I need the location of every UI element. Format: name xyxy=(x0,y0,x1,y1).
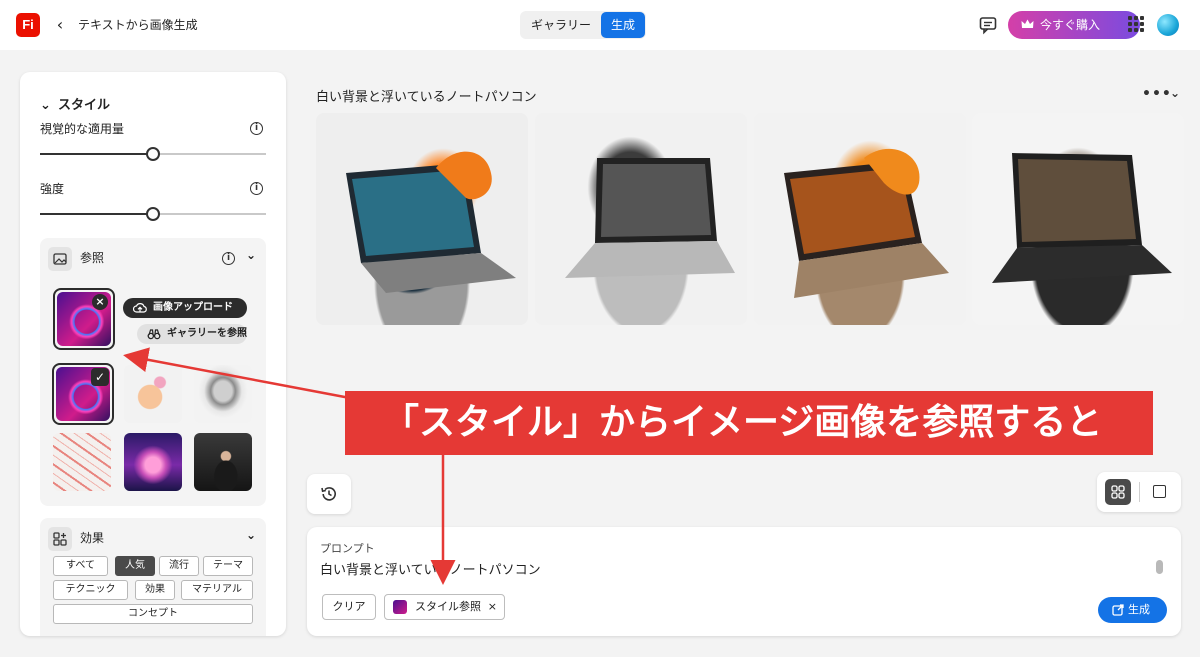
visual-intensity-slider[interactable] xyxy=(40,147,266,161)
history-icon xyxy=(321,487,336,501)
buy-now-label: 今すぐ購入 xyxy=(1040,18,1101,32)
slider-thumb[interactable] xyxy=(146,207,160,221)
clear-button[interactable]: クリア xyxy=(322,594,376,620)
style-thumbnail[interactable] xyxy=(194,433,252,491)
prompt-label: プロンプト xyxy=(320,542,375,555)
cloud-upload-icon xyxy=(133,303,147,313)
reference-card: 参照 i ⌄ × 画像アップロード ギャラリーを参照 ✓ xyxy=(40,238,266,506)
binoculars-icon xyxy=(147,329,161,340)
browse-gallery-button[interactable]: ギャラリーを参照 xyxy=(137,324,247,344)
style-thumbnail[interactable] xyxy=(194,365,252,423)
effects-card: 効果 ⌄ すべて 人気 流行 テーマ テクニック 効果 マテリアル コンセプト xyxy=(40,518,266,636)
avatar[interactable] xyxy=(1157,14,1179,36)
visual-intensity-label: 視覚的な適用量 xyxy=(40,122,125,136)
style-section-title: スタイル xyxy=(58,98,111,113)
chevron-down-icon: ⌄ xyxy=(40,98,51,113)
info-icon[interactable]: i xyxy=(222,252,235,265)
effects-icon xyxy=(48,526,72,551)
info-icon[interactable]: i xyxy=(250,122,263,135)
style-panel: ⌄ スタイル 視覚的な適用量 i 強度 i 参照 i ⌄ × 画像アップロード xyxy=(20,72,286,636)
image-reference-icon xyxy=(48,246,72,271)
checkmark-icon: ✓ xyxy=(91,368,109,386)
more-options-icon[interactable]: ••• xyxy=(1142,86,1172,102)
strength-slider[interactable] xyxy=(40,207,266,221)
tab-gallery[interactable]: ギャラリー xyxy=(521,12,601,38)
back-chevron-left-icon[interactable]: ‹ xyxy=(52,14,68,36)
generated-image-2[interactable] xyxy=(535,113,747,325)
generate-label: 生成 xyxy=(1128,603,1150,616)
filter-chip-popular[interactable]: 人気 xyxy=(115,556,155,576)
view-toggle xyxy=(1097,472,1181,512)
chevron-down-icon[interactable]: ⌄ xyxy=(246,248,256,262)
chevron-down-icon[interactable]: ⌄ xyxy=(1170,86,1180,100)
tab-generate[interactable]: 生成 xyxy=(601,12,646,38)
laptop-illustration xyxy=(992,153,1172,283)
buy-now-button[interactable]: 今すぐ購入 xyxy=(1008,11,1140,39)
prompt-input[interactable]: 白い背景と浮いているノートパソコン xyxy=(320,559,541,578)
info-icon[interactable]: i xyxy=(250,182,263,195)
remove-tag-close-icon[interactable]: × xyxy=(488,595,497,619)
mode-switch: ギャラリー 生成 xyxy=(520,11,647,39)
page-title: テキストから画像生成 xyxy=(78,18,198,32)
filter-chip-material[interactable]: マテリアル xyxy=(181,580,253,600)
effects-title: 効果 xyxy=(80,531,105,545)
reference-title: 参照 xyxy=(80,251,105,265)
generate-button[interactable]: 生成 xyxy=(1098,597,1167,623)
filter-chip-effect[interactable]: 効果 xyxy=(135,580,175,600)
style-reference-tag[interactable]: スタイル参照 × xyxy=(384,594,505,620)
style-reference-thumbnail xyxy=(393,600,407,614)
crown-icon xyxy=(1021,19,1034,28)
generated-image-4[interactable] xyxy=(972,113,1184,325)
chevron-down-icon[interactable]: ⌄ xyxy=(246,528,256,542)
history-button[interactable] xyxy=(307,474,351,514)
filter-chip-technique[interactable]: テクニック xyxy=(53,580,128,600)
generated-image-3[interactable] xyxy=(754,113,966,325)
chat-icon[interactable] xyxy=(978,15,998,35)
style-reference-tag-label: スタイル参照 xyxy=(415,600,481,613)
annotation-text: 「スタイル」からイメージ画像を参照すると xyxy=(383,402,1103,443)
grid-view-button[interactable] xyxy=(1105,479,1131,505)
grid-view-icon xyxy=(1111,485,1125,499)
slider-thumb[interactable] xyxy=(146,147,160,161)
upload-image-label: 画像アップロード xyxy=(153,302,233,313)
upload-image-button[interactable]: 画像アップロード xyxy=(123,298,247,318)
filter-chip-theme[interactable]: テーマ xyxy=(203,556,253,576)
style-thumbnail[interactable] xyxy=(124,365,182,423)
style-thumbnail[interactable] xyxy=(53,433,111,491)
generated-image-1[interactable] xyxy=(316,113,528,325)
scrollbar[interactable] xyxy=(1156,560,1163,574)
single-view-icon[interactable] xyxy=(1153,485,1166,498)
filter-chip-concept[interactable]: コンセプト xyxy=(53,604,253,624)
effects-header[interactable]: 効果 xyxy=(48,526,105,551)
filter-chip-all[interactable]: すべて xyxy=(53,556,108,576)
laptop-illustration xyxy=(784,148,949,298)
annotation-banner: 「スタイル」からイメージ画像を参照すると xyxy=(345,391,1153,455)
strength-label: 強度 xyxy=(40,182,65,196)
divider xyxy=(1139,482,1140,502)
laptop-illustration xyxy=(346,151,516,293)
browse-gallery-label: ギャラリーを参照 xyxy=(167,328,247,339)
apps-grid-icon[interactable] xyxy=(1128,16,1144,32)
generate-icon xyxy=(1112,604,1124,616)
prompt-panel: プロンプト 白い背景と浮いているノートパソコン クリア スタイル参照 × 生成 xyxy=(307,527,1181,636)
laptop-illustration xyxy=(565,158,735,278)
firefly-logo[interactable]: Fi xyxy=(16,13,40,37)
style-section-header[interactable]: ⌄ スタイル xyxy=(40,94,110,113)
top-bar: Fi ‹ テキストから画像生成 ギャラリー 生成 今すぐ購入 xyxy=(0,0,1200,50)
remove-reference-close-icon[interactable]: × xyxy=(92,294,108,310)
filter-chip-trending[interactable]: 流行 xyxy=(159,556,199,576)
style-thumbnail[interactable] xyxy=(124,433,182,491)
reference-header[interactable]: 参照 xyxy=(48,246,105,271)
gallery-title: 白い背景と浮いているノートパソコン xyxy=(316,90,537,105)
